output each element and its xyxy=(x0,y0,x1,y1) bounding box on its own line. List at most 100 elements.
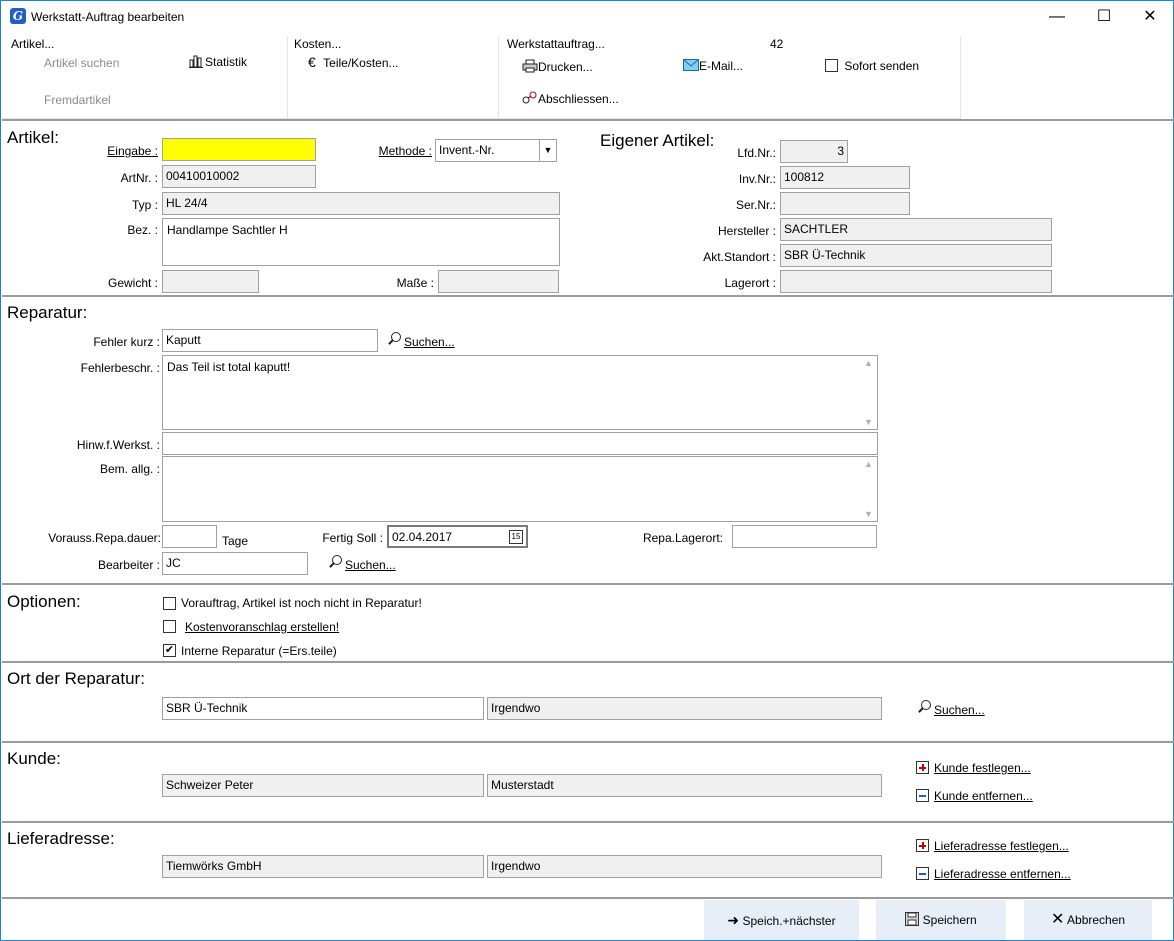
scrollbar[interactable]: ▲ ▼ xyxy=(860,356,877,429)
fertig-value: 02.04.2017 xyxy=(392,530,453,544)
optionen-section-title: Optionen: xyxy=(7,592,81,611)
hinw-input[interactable] xyxy=(162,432,878,455)
artnr-label: ArtNr. : xyxy=(120,171,158,185)
liefer-section-title: Lieferadresse: xyxy=(7,829,115,848)
minimize-button[interactable]: — xyxy=(1034,1,1080,32)
hinw-label: Hinw.f.Werkst. : xyxy=(76,438,160,452)
dauer-input[interactable] xyxy=(162,525,217,548)
teile-kosten-label: Teile/Kosten... xyxy=(323,56,399,70)
inv-label: Inv.Nr.: xyxy=(738,172,776,186)
title-bar: G Werkstatt-Auftrag bearbeiten — ☐ ✕ xyxy=(1,1,1173,32)
ribbon-group-kosten: Kosten... € Teile/Kosten... xyxy=(288,37,499,119)
close-window-button[interactable]: ✕ xyxy=(1127,1,1173,32)
liefer-name-field: Tiemwörks GmbH xyxy=(162,855,484,878)
bearbeiter-input[interactable]: JC xyxy=(162,552,308,575)
minus-icon[interactable] xyxy=(916,789,929,802)
ort-section-title: Ort der Reparatur: xyxy=(7,669,145,688)
kunde-festlegen-link[interactable]: Kunde festlegen... xyxy=(934,761,1031,775)
search-icon[interactable] xyxy=(328,555,342,569)
maximize-button[interactable]: ☐ xyxy=(1081,1,1127,32)
sofort-senden-box[interactable] xyxy=(825,59,838,72)
ort-suchen-link[interactable]: Suchen... xyxy=(934,703,985,717)
search-icon[interactable] xyxy=(387,332,401,346)
drucken-button[interactable]: Drucken... xyxy=(522,59,593,74)
kostenvoranschlag-label: Kostenvoranschlag erstellen! xyxy=(185,620,339,634)
gewicht-label: Gewicht : xyxy=(107,276,158,290)
scrollbar[interactable]: ▲ ▼ xyxy=(860,457,877,521)
divider xyxy=(2,741,1174,743)
search-icon[interactable] xyxy=(917,700,931,714)
kostenvoranschlag-label-text: Kostenvoranschlag erstellen! xyxy=(185,620,340,634)
fehlerbeschr-textarea[interactable]: Das Teil ist total kaputt! ▲ ▼ xyxy=(162,355,878,430)
fehler-kurz-input[interactable]: Kaputt xyxy=(162,329,378,352)
hersteller-label: Hersteller : xyxy=(717,224,776,238)
methode-label: Methode : xyxy=(351,144,432,158)
sofort-senden-label: Sofort senden xyxy=(844,59,920,73)
main-window: G Werkstatt-Auftrag bearbeiten — ☐ ✕ Art… xyxy=(0,0,1174,941)
bearbeiter-suchen-link[interactable]: Suchen... xyxy=(345,558,396,572)
bar-chart-icon xyxy=(189,55,203,68)
methode-select[interactable]: Invent.-Nr. ▼ xyxy=(435,139,557,162)
bem-textarea[interactable]: ▲ ▼ xyxy=(162,456,878,522)
ort-city-field: Irgendwo xyxy=(487,697,882,720)
interne-reparatur-label: Interne Reparatur (=Ers.teile) xyxy=(181,644,337,658)
masse-label: Maße : xyxy=(396,276,434,290)
calendar-icon[interactable]: 15 xyxy=(509,530,523,544)
fremdartikel-button[interactable]: Fremdartikel xyxy=(44,93,111,107)
ser-field xyxy=(780,192,910,215)
kunde-name-field: Schweizer Peter xyxy=(162,774,484,797)
save-next-label: Speich.+nächster xyxy=(742,914,836,928)
abschliessen-label: Abschliessen... xyxy=(538,92,619,106)
statistik-button[interactable]: Statistik xyxy=(189,54,247,69)
kostenvoranschlag-checkbox[interactable] xyxy=(163,620,176,633)
ribbon-group-title: Werkstattauftrag... xyxy=(507,37,605,51)
bez-field: Handlampe Sachtler H xyxy=(162,218,560,266)
gewicht-field xyxy=(162,270,259,293)
save-label: Speichern xyxy=(922,913,977,927)
bearbeiter-label: Bearbeiter : xyxy=(97,558,160,572)
standort-label: Akt.Standort : xyxy=(703,250,776,264)
vorauftrag-label: Vorauftrag, Artikel ist noch nicht in Re… xyxy=(181,596,422,610)
typ-label: Typ : xyxy=(131,198,158,212)
vorauftrag-checkbox[interactable] xyxy=(163,597,176,610)
kunde-entfernen-link[interactable]: Kunde entfernen... xyxy=(934,789,1033,803)
plus-icon[interactable] xyxy=(916,839,929,852)
repa-lagerort-input[interactable] xyxy=(732,525,877,548)
ort-name-field[interactable]: SBR Ü-Technik xyxy=(162,697,484,720)
dauer-label: Vorauss.Repa.dauer: xyxy=(48,531,161,545)
arrow-right-icon: ➜ xyxy=(727,912,740,928)
save-button[interactable]: Speichern xyxy=(876,900,1006,940)
teile-kosten-button[interactable]: € Teile/Kosten... xyxy=(308,54,399,70)
eingabe-label-text: Eingabe : xyxy=(107,144,158,158)
floppy-disk-icon xyxy=(905,912,920,926)
chevron-down-icon[interactable]: ▼ xyxy=(539,140,556,161)
lfd-label: Lfd.Nr.: xyxy=(737,146,776,160)
liefer-city-field: Irgendwo xyxy=(487,855,882,878)
artikel-section-title: Artikel: xyxy=(7,128,59,147)
liefer-entfernen-link[interactable]: Lieferadresse entfernen... xyxy=(934,867,1071,881)
minus-icon[interactable] xyxy=(916,867,929,880)
standort-field: SBR Ü-Technik xyxy=(780,244,1052,267)
fehler-suchen-link[interactable]: Suchen... xyxy=(404,335,455,349)
drucken-label: Drucken... xyxy=(538,60,593,74)
cancel-button[interactable]: ✕ Abbrechen xyxy=(1024,900,1152,940)
interne-reparatur-checkbox[interactable]: ✔ xyxy=(163,644,176,657)
eingabe-input[interactable] xyxy=(162,138,316,161)
plus-icon[interactable] xyxy=(916,761,929,774)
divider xyxy=(2,119,1174,121)
ser-label: Ser.Nr.: xyxy=(735,198,776,212)
masse-field xyxy=(438,270,559,293)
save-next-button[interactable]: ➜ Speich.+nächster xyxy=(704,900,859,940)
artikel-suchen-button[interactable]: Artikel suchen xyxy=(44,56,119,70)
bez-label: Bez. : xyxy=(127,223,158,237)
fehlerbeschr-text: Das Teil ist total kaputt! xyxy=(167,360,291,374)
email-button[interactable]: E-Mail... xyxy=(683,59,743,73)
fertig-datepicker[interactable]: 02.04.2017 15 xyxy=(387,525,528,548)
eingabe-label: Eingabe : xyxy=(61,144,158,158)
lfd-field: 3 xyxy=(780,140,848,163)
abschliessen-button[interactable]: Abschliessen... xyxy=(522,91,619,106)
divider xyxy=(2,661,1174,663)
liefer-festlegen-link[interactable]: Lieferadresse festlegen... xyxy=(934,839,1069,853)
hersteller-field: SACHTLER xyxy=(780,218,1052,241)
sofort-senden-checkbox[interactable]: Sofort senden xyxy=(825,59,919,73)
